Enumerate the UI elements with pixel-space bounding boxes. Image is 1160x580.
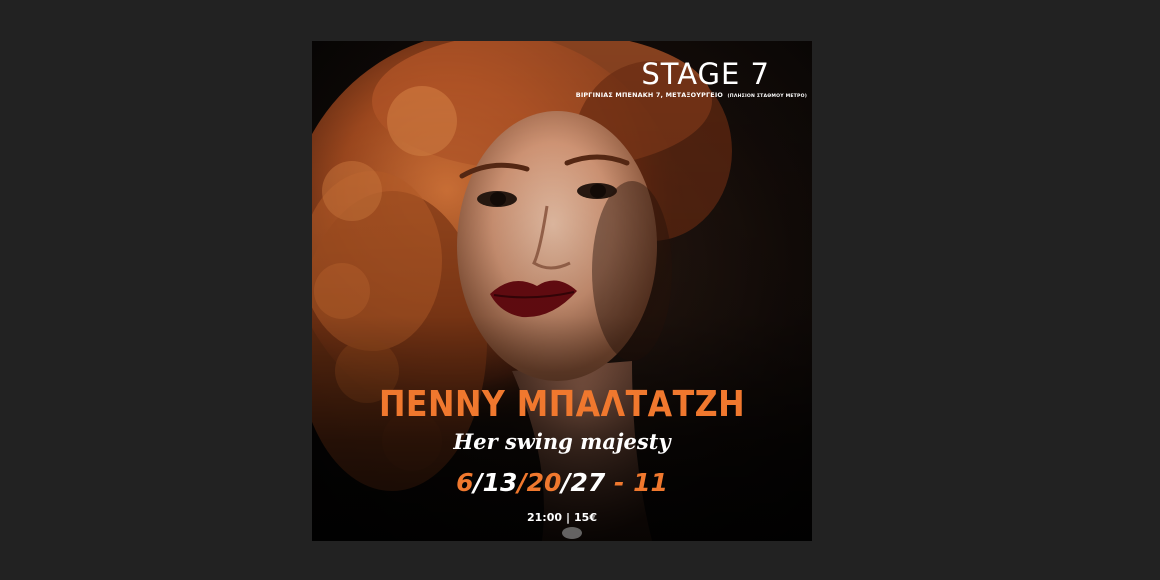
show-dates: 6/13/20/27 - 11: [312, 468, 812, 498]
show-time: 21:00: [526, 511, 562, 524]
page-background: STAGE 7 ΒΙΡΓΙΝΙΑΣ ΜΠΕΝΑΚΗ 7, ΜΕΤΑΞΟΥΡΓΕΙ…: [0, 0, 1160, 580]
ticket-price: 15€: [574, 511, 597, 524]
venue-address-note: (ΠΛΗΣΙΟΝ ΣΤΑΘΜΟΥ ΜΕΤΡΟ): [727, 94, 807, 99]
venue-address-line: ΒΙΡΓΙΝΙΑΣ ΜΠΕΝΑΚΗ 7, ΜΕΤΑΞΟΥΡΓΕΙΟ: [575, 91, 724, 99]
artist-name: ΠΕΝΝΥ ΜΠΑΛΤΑΤΖΗ: [378, 384, 746, 425]
venue-block: STAGE 7 ΒΙΡΓΙΝΙΑΣ ΜΠΕΝΑΚΗ 7, ΜΕΤΑΞΟΥΡΓΕΙ…: [576, 59, 810, 99]
event-poster: STAGE 7 ΒΙΡΓΙΝΙΑΣ ΜΠΕΝΑΚΗ 7, ΜΕΤΑΞΟΥΡΓΕΙ…: [312, 41, 812, 541]
date-part: 13: [482, 468, 518, 497]
time-price-separator: |: [566, 511, 571, 524]
date-part: /: [517, 468, 527, 497]
venue-name: STAGE 7: [641, 57, 770, 91]
venue-address: ΒΙΡΓΙΝΙΑΣ ΜΠΕΝΑΚΗ 7, ΜΕΤΑΞΟΥΡΓΕΙΟ (ΠΛΗΣΙ…: [576, 91, 807, 99]
show-subtitle: Her swing majesty: [453, 429, 671, 454]
date-part: 27: [570, 468, 606, 497]
date-part: 20: [526, 468, 562, 497]
date-part: /: [561, 468, 571, 497]
show-time-price: 21:00 | 15€: [312, 511, 812, 525]
date-part: 6: [456, 468, 474, 497]
date-part: - 11: [605, 468, 668, 497]
date-part: /: [473, 468, 483, 497]
singer-portrait-photo: [312, 41, 812, 541]
